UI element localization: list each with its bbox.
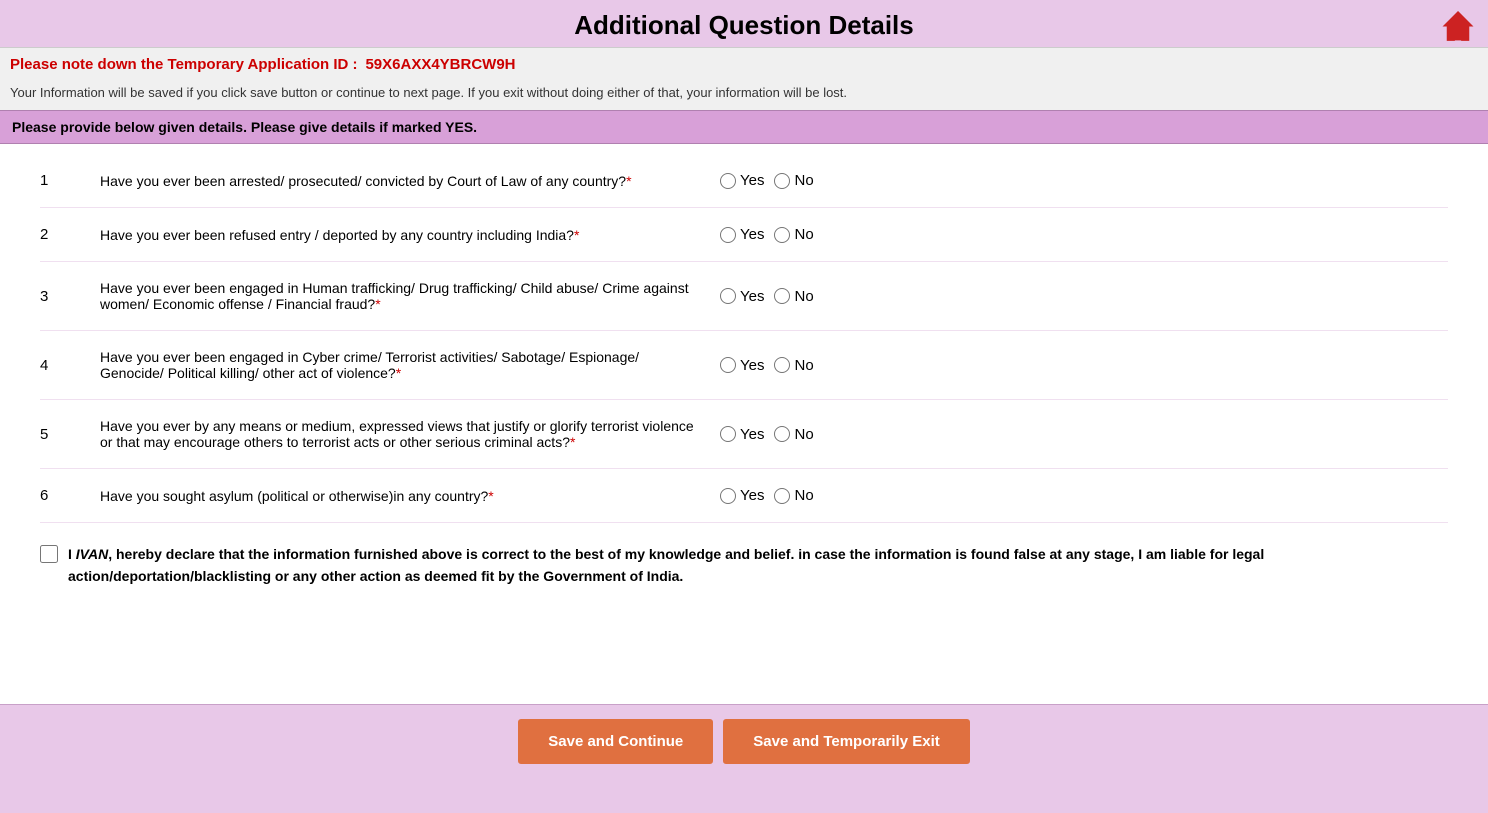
radio-no-label-3: No	[794, 288, 813, 305]
save-exit-button[interactable]: Save and Temporarily Exit	[723, 719, 969, 764]
question-number-5: 5	[40, 426, 100, 443]
question-row: 3 Have you ever been engaged in Human tr…	[40, 262, 1448, 331]
declaration-checkbox[interactable]	[40, 545, 58, 563]
radio-group-1: Yes No	[720, 172, 870, 189]
question-row: 1 Have you ever been arrested/ prosecute…	[40, 154, 1448, 208]
required-marker-4: *	[396, 365, 401, 381]
required-marker-3: *	[375, 296, 380, 312]
question-row: 5 Have you ever by any means or medium, …	[40, 400, 1448, 469]
radio-yes-label-4: Yes	[740, 357, 764, 374]
question-number-6: 6	[40, 487, 100, 504]
radio-yes-label-3: Yes	[740, 288, 764, 305]
radio-no-3[interactable]: No	[774, 288, 813, 305]
radio-yes-label-5: Yes	[740, 426, 764, 443]
required-marker-2: *	[574, 227, 579, 243]
question-number-3: 3	[40, 288, 100, 305]
temp-id-bar: Please note down the Temporary Applicati…	[0, 47, 1488, 81]
radio-yes-input-5[interactable]	[720, 426, 736, 442]
radio-no-label-1: No	[794, 172, 813, 189]
temp-id-value: 59X6AXX4YBRCW9H	[365, 56, 515, 73]
question-text-1: Have you ever been arrested/ prosecuted/…	[100, 173, 720, 189]
radio-yes-4[interactable]: Yes	[720, 357, 764, 374]
radio-group-2: Yes No	[720, 226, 870, 243]
question-text-4: Have you ever been engaged in Cyber crim…	[100, 349, 720, 381]
footer-bar: Save and Continue Save and Temporarily E…	[0, 704, 1488, 778]
radio-yes-5[interactable]: Yes	[720, 426, 764, 443]
radio-yes-input-2[interactable]	[720, 227, 736, 243]
radio-yes-1[interactable]: Yes	[720, 172, 764, 189]
radio-no-2[interactable]: No	[774, 226, 813, 243]
home-icon[interactable]	[1438, 8, 1478, 48]
required-marker-5: *	[570, 434, 575, 450]
page-wrapper: Additional Question Details Please note …	[0, 0, 1488, 813]
radio-no-input-3[interactable]	[774, 288, 790, 304]
question-row: 2 Have you ever been refused entry / dep…	[40, 208, 1448, 262]
question-row: 6 Have you sought asylum (political or o…	[40, 469, 1448, 523]
radio-no-4[interactable]: No	[774, 357, 813, 374]
radio-group-5: Yes No	[720, 426, 870, 443]
question-text-5: Have you ever by any means or medium, ex…	[100, 418, 720, 450]
radio-no-input-1[interactable]	[774, 173, 790, 189]
radio-yes-6[interactable]: Yes	[720, 487, 764, 504]
radio-no-6[interactable]: No	[774, 487, 813, 504]
radio-no-label-5: No	[794, 426, 813, 443]
radio-yes-input-3[interactable]	[720, 288, 736, 304]
radio-no-label-6: No	[794, 487, 813, 504]
info-text-content: Your Information will be saved if you cl…	[10, 85, 847, 100]
question-text-6: Have you sought asylum (political or oth…	[100, 488, 720, 504]
question-text-3: Have you ever been engaged in Human traf…	[100, 280, 720, 312]
main-content: 1 Have you ever been arrested/ prosecute…	[0, 144, 1488, 704]
declaration-content: I IVAN, hereby declare that the informat…	[68, 543, 1448, 588]
radio-no-1[interactable]: No	[774, 172, 813, 189]
info-text: Your Information will be saved if you cl…	[0, 81, 1488, 110]
temp-id-label: Please note down the Temporary Applicati…	[10, 56, 358, 73]
radio-yes-2[interactable]: Yes	[720, 226, 764, 243]
declaration-section: I IVAN, hereby declare that the informat…	[40, 523, 1448, 598]
radio-no-input-2[interactable]	[774, 227, 790, 243]
radio-group-3: Yes No	[720, 288, 870, 305]
required-marker-1: *	[626, 173, 631, 189]
header: Additional Question Details	[0, 0, 1488, 47]
radio-no-input-4[interactable]	[774, 357, 790, 373]
radio-no-input-5[interactable]	[774, 426, 790, 442]
radio-no-label-4: No	[794, 357, 813, 374]
radio-yes-input-1[interactable]	[720, 173, 736, 189]
radio-no-5[interactable]: No	[774, 426, 813, 443]
question-row: 4 Have you ever been engaged in Cyber cr…	[40, 331, 1448, 400]
question-number-4: 4	[40, 357, 100, 374]
declaration-text: I IVAN, hereby declare that the informat…	[40, 543, 1448, 588]
radio-yes-input-4[interactable]	[720, 357, 736, 373]
radio-group-4: Yes No	[720, 357, 870, 374]
question-number-1: 1	[40, 172, 100, 189]
instruction-bar: Please provide below given details. Plea…	[0, 110, 1488, 144]
radio-group-6: Yes No	[720, 487, 870, 504]
radio-yes-input-6[interactable]	[720, 488, 736, 504]
question-text-2: Have you ever been refused entry / depor…	[100, 227, 720, 243]
radio-no-input-6[interactable]	[774, 488, 790, 504]
radio-yes-label-2: Yes	[740, 226, 764, 243]
page-title: Additional Question Details	[574, 10, 913, 41]
question-number-2: 2	[40, 226, 100, 243]
radio-no-label-2: No	[794, 226, 813, 243]
save-continue-button[interactable]: Save and Continue	[518, 719, 713, 764]
radio-yes-3[interactable]: Yes	[720, 288, 764, 305]
instruction-text: Please provide below given details. Plea…	[12, 119, 477, 135]
radio-yes-label-6: Yes	[740, 487, 764, 504]
required-marker-6: *	[488, 488, 493, 504]
radio-yes-label-1: Yes	[740, 172, 764, 189]
